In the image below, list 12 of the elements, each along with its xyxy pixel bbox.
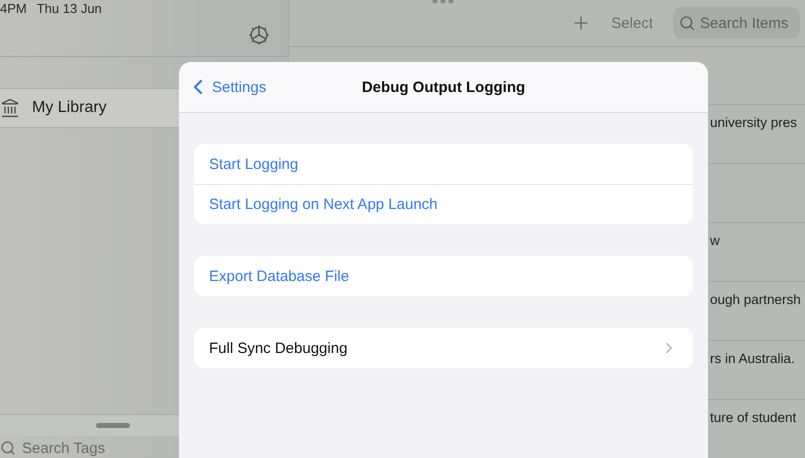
status-date: Thu 13 Jun [36, 1, 102, 16]
search-icon [679, 15, 695, 31]
search-icon [0, 440, 16, 456]
status-time: 4PM [0, 1, 27, 16]
library-icon [0, 98, 20, 118]
item-title[interactable]: w [710, 233, 720, 248]
item-title[interactable]: rs in Australia. [710, 351, 795, 366]
item-title[interactable]: university pres [710, 115, 798, 130]
settings-icon[interactable] [248, 24, 270, 46]
sheet-title: Debug Output Logging [362, 78, 526, 96]
item-title[interactable]: ough partnersh [710, 292, 801, 307]
item-title[interactable]: ture of student [710, 410, 796, 425]
